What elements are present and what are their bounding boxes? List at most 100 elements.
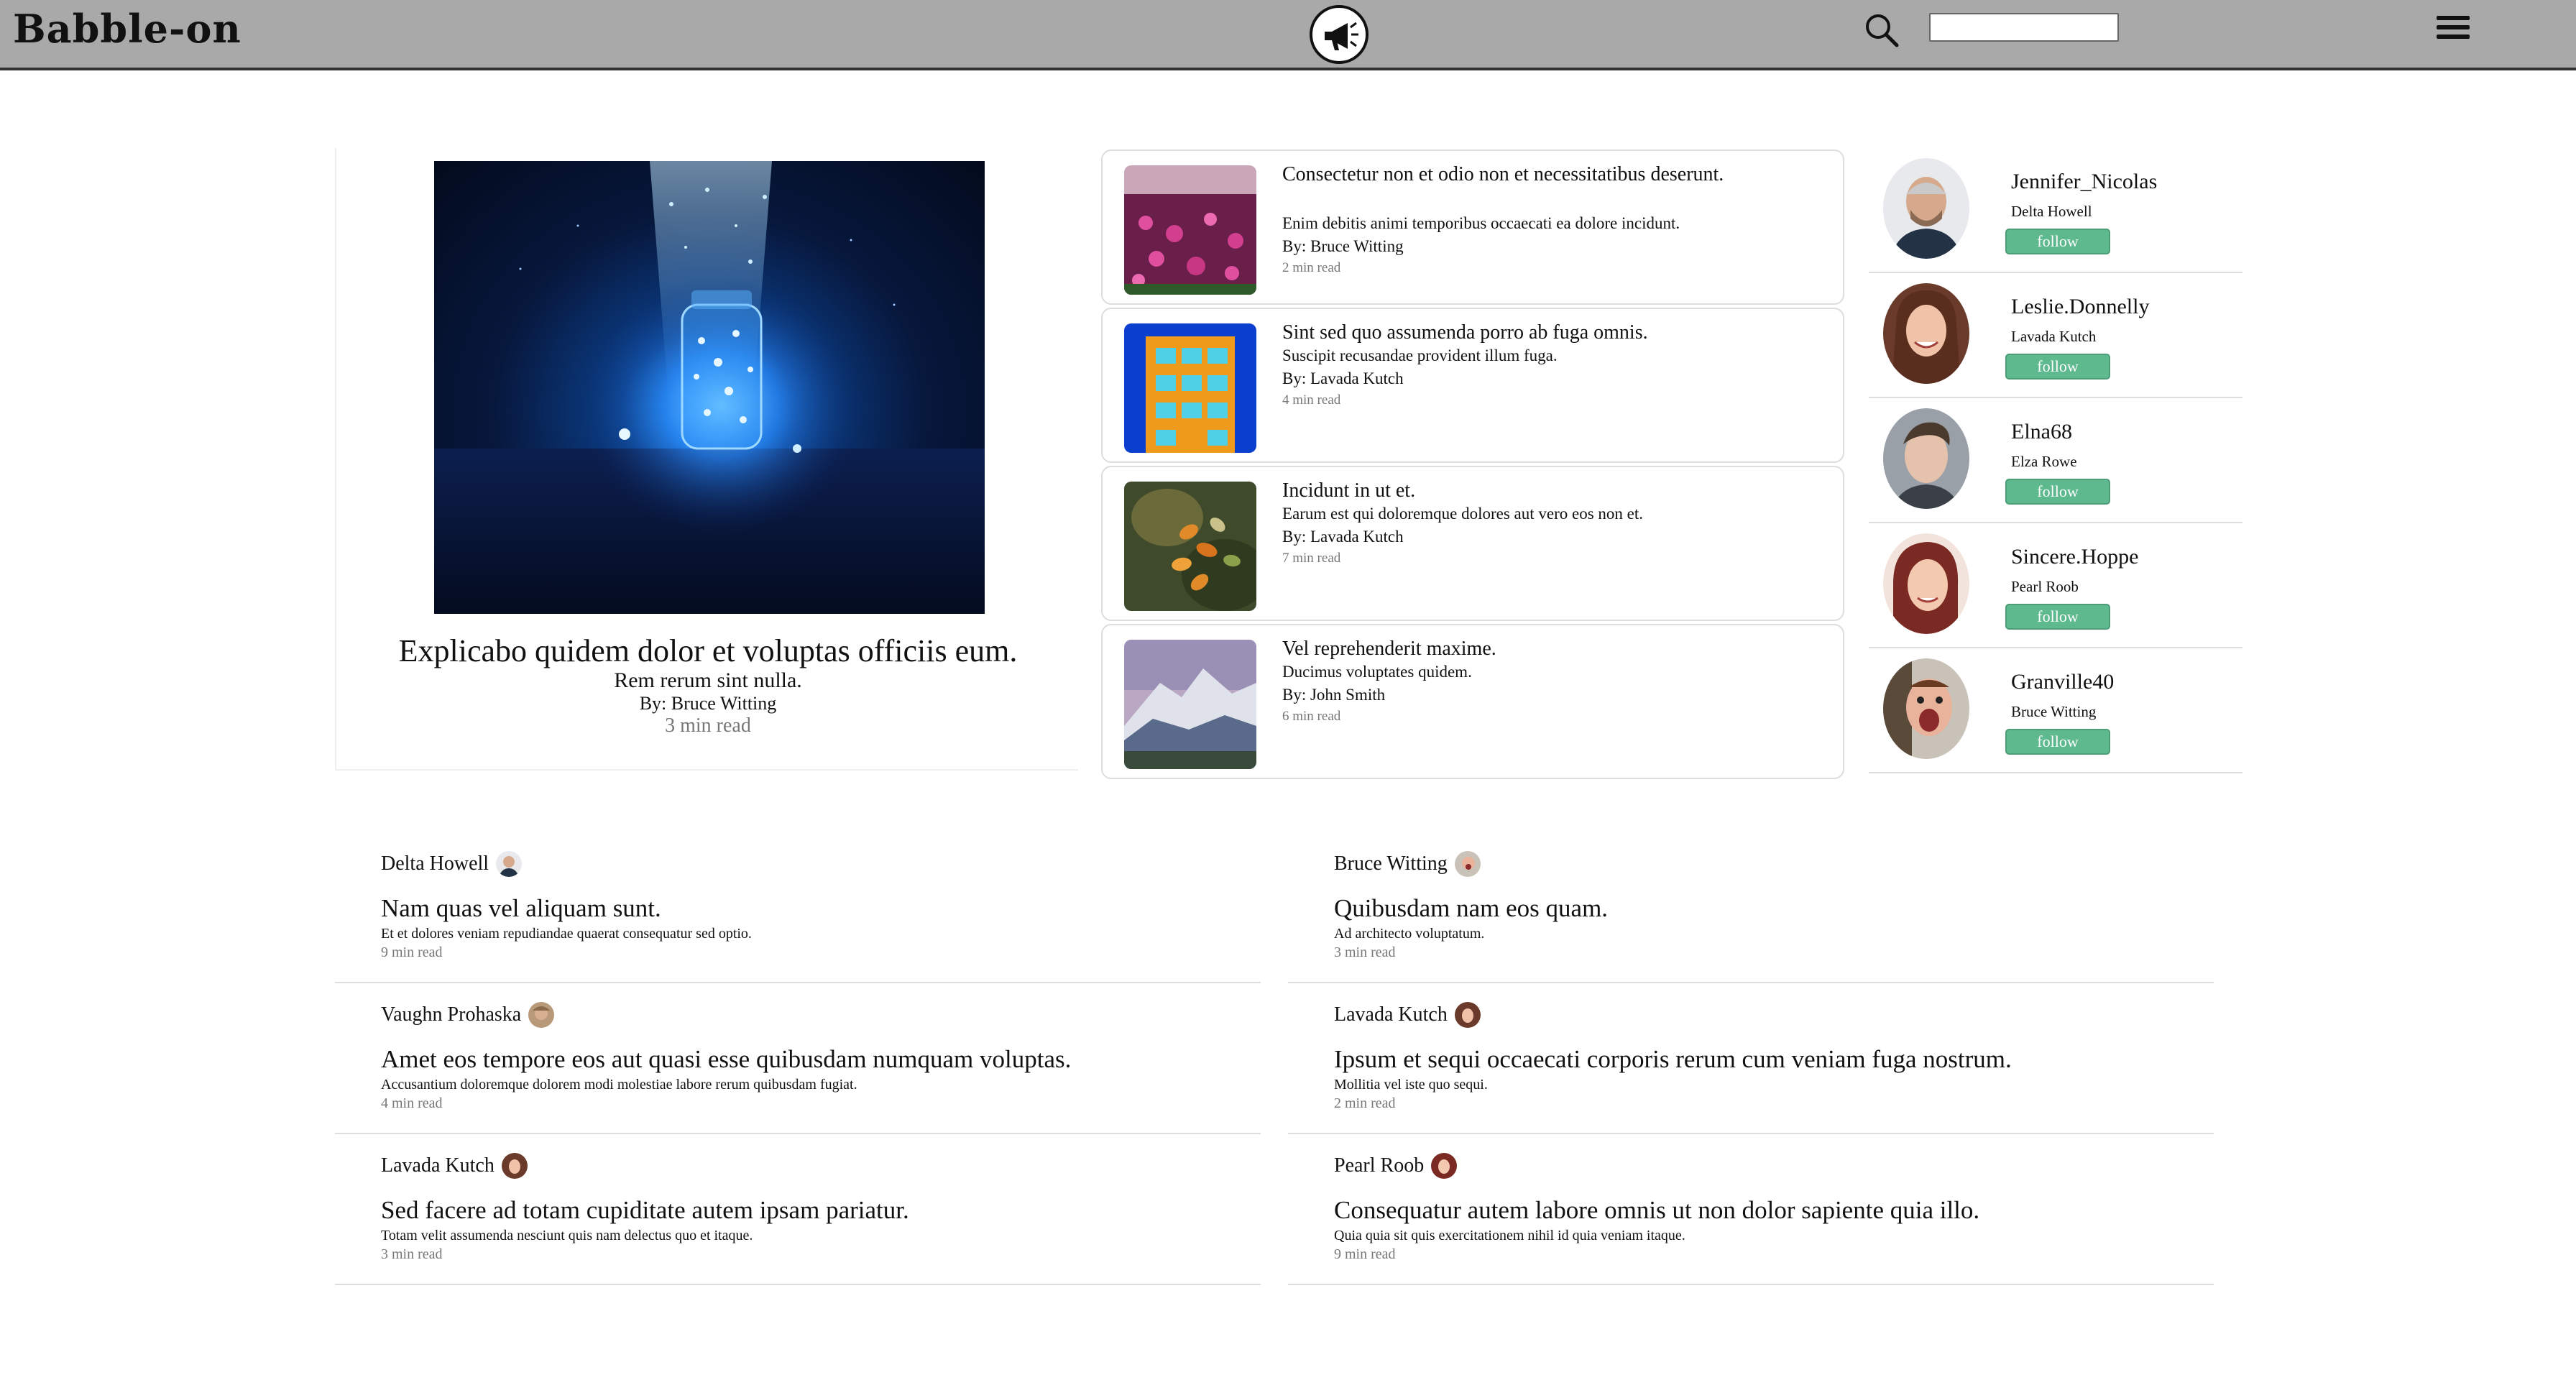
feed-subtitle: Totam velit assumenda nesciunt quis nam … (381, 1228, 753, 1243)
feed-author[interactable]: Bruce Witting (1334, 851, 1481, 877)
featured-article[interactable]: Explicabo quidem dolor et voluptas offic… (335, 148, 1078, 771)
search-icon[interactable] (1863, 12, 1900, 49)
hamburger-menu-icon[interactable] (2437, 16, 2470, 46)
article-author: By: Lavada Kutch (1282, 369, 1404, 387)
article-thumbnail (1124, 482, 1256, 611)
article-author: By: Bruce Witting (1282, 237, 1404, 255)
feed-subtitle: Et et dolores veniam repudiandae quaerat… (381, 926, 752, 942)
feed-title[interactable]: Quibusdam nam eos quam. (1334, 894, 1608, 923)
article-card[interactable]: Consectetur non et odio non et necessita… (1101, 150, 1844, 305)
avatar[interactable] (1883, 283, 1969, 384)
feed-author[interactable]: Vaughn Prohaska (381, 1002, 555, 1028)
article-subtitle: Ducimus voluptates quidem. (1282, 663, 1472, 681)
article-author: By: John Smith (1282, 686, 1386, 704)
follow-button[interactable]: follow (2005, 729, 2110, 755)
follow-username[interactable]: Granville40 (2011, 670, 2114, 694)
feed-title[interactable]: Amet eos tempore eos aut quasi esse quib… (381, 1045, 1071, 1074)
featured-read-time: 3 min read (665, 714, 751, 737)
avatar (501, 1153, 528, 1179)
article-read-time: 6 min read (1282, 709, 1341, 724)
featured-author: By: Bruce Witting (639, 693, 777, 714)
follow-button[interactable]: follow (2005, 229, 2110, 254)
feed-read-time: 2 min read (1334, 1095, 1396, 1111)
avatar (1431, 1153, 1458, 1179)
follow-username[interactable]: Elna68 (2011, 420, 2072, 444)
follow-button[interactable]: follow (2005, 479, 2110, 505)
article-read-time: 7 min read (1282, 551, 1341, 566)
follow-display-name: Pearl Roob (2011, 578, 2079, 595)
avatar[interactable] (1883, 658, 1969, 759)
search-input[interactable] (1929, 13, 2119, 42)
feed-author[interactable]: Lavada Kutch (381, 1153, 528, 1179)
article-thumbnail (1124, 323, 1256, 453)
follow-suggestion: Elna68 Elza Rowe follow (1869, 398, 2242, 523)
feed-read-time: 9 min read (1334, 1246, 1396, 1262)
megaphone-icon[interactable] (1310, 5, 1368, 64)
follow-username[interactable]: Sincere.Hoppe (2011, 545, 2138, 569)
feed-author-name: Lavada Kutch (1334, 1003, 1448, 1026)
follow-button[interactable]: follow (2005, 354, 2110, 380)
feed-subtitle: Quia quia sit quis exercitationem nihil … (1334, 1228, 1685, 1243)
article-subtitle: Earum est qui doloremque dolores aut ver… (1282, 505, 1644, 523)
avatar[interactable] (1883, 158, 1969, 259)
article-read-time: 2 min read (1282, 260, 1341, 275)
article-subtitle: Enim debitis animi temporibus occaecati … (1282, 214, 1680, 232)
article-title[interactable]: Sint sed quo assumenda porro ab fuga omn… (1282, 321, 1742, 345)
feed-read-time: 3 min read (381, 1246, 443, 1262)
feed-read-time: 4 min read (381, 1095, 443, 1111)
featured-title[interactable]: Explicabo quidem dolor et voluptas offic… (336, 633, 1080, 669)
avatar (1454, 851, 1481, 877)
follow-button[interactable]: follow (2005, 604, 2110, 630)
follow-username[interactable]: Leslie.Donnelly (2011, 295, 2149, 319)
feed-subtitle: Ad architecto voluptatum. (1334, 926, 1485, 942)
feed-item[interactable]: Delta Howell Nam quas vel aliquam sunt. … (335, 832, 1261, 983)
avatar (528, 1002, 555, 1028)
feed-title[interactable]: Consequatur autem labore omnis ut non do… (1334, 1196, 1979, 1225)
feed-author-name: Vaughn Prohaska (381, 1003, 522, 1026)
follow-suggestion: Jennifer_Nicolas Delta Howell follow (1869, 148, 2242, 273)
featured-image[interactable] (434, 161, 985, 614)
article-title[interactable]: Incidunt in ut et. (1282, 479, 1742, 503)
feed-title[interactable]: Nam quas vel aliquam sunt. (381, 894, 661, 923)
article-thumbnail (1124, 165, 1256, 295)
feed-item[interactable]: Bruce Witting Quibusdam nam eos quam. Ad… (1288, 832, 2214, 983)
follow-suggestion: Leslie.Donnelly Lavada Kutch follow (1869, 273, 2242, 398)
article-card[interactable]: Sint sed quo assumenda porro ab fuga omn… (1101, 308, 1844, 463)
brand-logo[interactable]: Babble-on (13, 6, 242, 52)
follow-suggestion: Sincere.Hoppe Pearl Roob follow (1869, 523, 2242, 648)
feed-read-time: 3 min read (1334, 944, 1396, 960)
follow-display-name: Elza Rowe (2011, 453, 2077, 470)
article-card[interactable]: Incidunt in ut et. Earum est qui dolorem… (1101, 466, 1844, 621)
feed-item[interactable]: Lavada Kutch Sed facere ad totam cupidit… (335, 1134, 1261, 1285)
avatar[interactable] (1883, 408, 1969, 509)
feed-item[interactable]: Pearl Roob Consequatur autem labore omni… (1288, 1134, 2214, 1285)
follow-display-name: Bruce Witting (2011, 703, 2097, 720)
article-subtitle: Suscipit recusandae provident illum fuga… (1282, 346, 1558, 364)
article-read-time: 4 min read (1282, 392, 1341, 408)
avatar (496, 851, 523, 877)
article-card[interactable]: Vel reprehenderit maxime. Ducimus volupt… (1101, 624, 1844, 779)
avatar[interactable] (1883, 533, 1969, 634)
feed-author-name: Delta Howell (381, 852, 489, 875)
feed-item[interactable]: Vaughn Prohaska Amet eos tempore eos aut… (335, 983, 1261, 1134)
feed-title[interactable]: Sed facere ad totam cupiditate autem ips… (381, 1196, 909, 1225)
feed-author[interactable]: Delta Howell (381, 851, 523, 877)
follow-username[interactable]: Jennifer_Nicolas (2011, 170, 2157, 194)
feed-read-time: 9 min read (381, 944, 443, 960)
avatar (1454, 1002, 1481, 1028)
follow-display-name: Delta Howell (2011, 203, 2092, 220)
article-title[interactable]: Consectetur non et odio non et necessita… (1282, 162, 1742, 187)
feed-subtitle: Mollitia vel iste quo sequi. (1334, 1077, 1488, 1093)
article-author: By: Lavada Kutch (1282, 528, 1404, 546)
feed-title[interactable]: Ipsum et sequi occaecati corporis rerum … (1334, 1045, 2012, 1074)
feed-item[interactable]: Lavada Kutch Ipsum et sequi occaecati co… (1288, 983, 2214, 1134)
article-title[interactable]: Vel reprehenderit maxime. (1282, 637, 1742, 661)
featured-subtitle: Rem rerum sint nulla. (614, 668, 802, 692)
article-thumbnail (1124, 640, 1256, 769)
feed-author-name: Pearl Roob (1334, 1154, 1425, 1177)
feed-subtitle: Accusantium doloremque dolorem modi mole… (381, 1077, 857, 1093)
feed-author[interactable]: Pearl Roob (1334, 1153, 1458, 1179)
top-navbar: Babble-on (0, 0, 2576, 70)
follow-display-name: Lavada Kutch (2011, 328, 2097, 345)
feed-author[interactable]: Lavada Kutch (1334, 1002, 1481, 1028)
